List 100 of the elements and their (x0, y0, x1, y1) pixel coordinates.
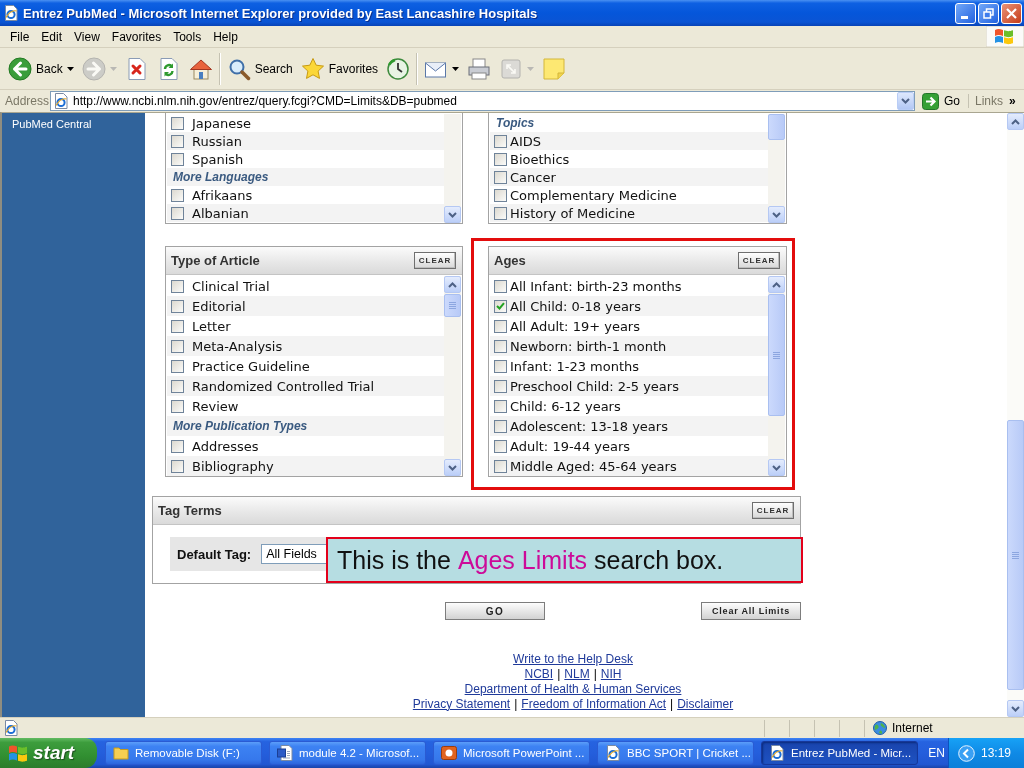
scroll-up-button[interactable] (1007, 113, 1024, 130)
checkbox[interactable] (494, 419, 507, 433)
dropdown-button[interactable] (897, 92, 914, 110)
footer-link[interactable]: Freedom of Information Act (521, 696, 667, 711)
footer-link[interactable]: NIH (600, 666, 622, 681)
scroll-down-button[interactable] (768, 459, 785, 476)
option-label: Spanish (192, 151, 244, 167)
go-button[interactable]: GO (445, 602, 545, 620)
scroll-up-button[interactable] (768, 276, 785, 293)
option-label: Addresses (192, 438, 259, 454)
checkbox[interactable] (171, 359, 184, 373)
option-label: Letter (192, 318, 231, 334)
chevron-up-icon (448, 281, 457, 288)
checkbox[interactable] (494, 188, 507, 202)
links-label[interactable]: Links (975, 94, 1004, 108)
option-label: Afrikaans (192, 187, 253, 203)
menu-item[interactable]: Favorites (105, 29, 168, 44)
back-button[interactable]: Back (5, 50, 77, 87)
restore-button[interactable] (978, 2, 999, 24)
checkbox[interactable] (494, 170, 507, 184)
checkbox[interactable] (171, 206, 184, 220)
more-button[interactable]: » (1009, 94, 1016, 108)
clear-button[interactable]: CLEAR (414, 252, 456, 269)
resize-arrows-icon (499, 56, 524, 81)
checkbox[interactable] (171, 459, 184, 473)
scrollbar-thumb[interactable] (1007, 420, 1024, 690)
checkbox[interactable] (494, 299, 507, 313)
taskbar-item[interactable]: BBC SPORT | Cricket ... (597, 741, 754, 765)
taskbar-item[interactable]: Microsoft PowerPoint ... (433, 741, 590, 765)
folder-icon (113, 745, 129, 761)
taskbar-item[interactable]: Entrez PubMed - Micr... (761, 741, 918, 765)
address-field[interactable]: http://www.ncbi.nlm.nih.gov/entrez/query.fcgi?CMD=Limits&DB=pubmed (50, 91, 915, 111)
scrollbar-thumb[interactable] (768, 114, 785, 140)
footer-link[interactable]: Department of Health & Human Services (464, 681, 682, 696)
option-label: Editorial (192, 298, 246, 314)
option-label: Japanese (192, 115, 252, 131)
clear-all-button[interactable]: Clear All Limits (701, 602, 801, 620)
search-button[interactable]: Search (223, 50, 296, 87)
checkbox[interactable] (171, 319, 184, 333)
checkbox[interactable] (494, 399, 507, 413)
page-icon (53, 93, 69, 109)
footer-link[interactable]: NCBI (524, 666, 554, 681)
scroll-down-button[interactable] (444, 206, 461, 223)
footer-link[interactable]: Write to the Help Desk (513, 651, 633, 666)
checkbox[interactable] (171, 379, 184, 393)
option-label: Cancer (510, 169, 556, 185)
menu-item[interactable]: Edit (35, 29, 69, 44)
checkbox[interactable] (494, 339, 507, 353)
option-label: Complementary Medicine (510, 187, 677, 203)
clock-icon (386, 56, 411, 81)
chevron-down-icon (901, 98, 910, 104)
checkbox[interactable] (494, 359, 507, 373)
checkbox[interactable] (494, 459, 507, 473)
checkbox[interactable] (171, 279, 184, 293)
start-button[interactable]: start (0, 738, 97, 768)
clear-button[interactable]: CLEAR (752, 502, 794, 519)
footer-link[interactable]: NLM (564, 666, 590, 681)
menu-item[interactable]: View (68, 29, 106, 44)
scroll-up-button[interactable] (444, 276, 461, 293)
minimize-button[interactable] (955, 2, 976, 24)
chevron-down-icon (772, 464, 781, 471)
option-label: Meta-Analysis (192, 338, 283, 354)
presentation-icon (441, 745, 457, 761)
checkbox[interactable] (494, 279, 507, 293)
footer-link[interactable]: Disclaimer (677, 696, 734, 711)
checkbox[interactable] (494, 439, 507, 453)
taskbar-item[interactable]: module 4.2 - Microsof... (269, 741, 426, 765)
scroll-down-button[interactable] (444, 459, 461, 476)
checkbox[interactable] (494, 134, 507, 148)
footer-link[interactable]: Privacy Statement (412, 696, 511, 711)
tag-select[interactable]: All Fields (261, 544, 328, 564)
checkbox[interactable] (171, 188, 184, 202)
checkbox[interactable] (171, 299, 184, 313)
checkbox[interactable] (494, 206, 507, 220)
scrollbar-thumb[interactable] (444, 294, 461, 317)
menu-item[interactable]: File (4, 29, 36, 44)
scrollbar-thumb[interactable] (768, 294, 785, 416)
checkbox[interactable] (171, 134, 184, 148)
close-button[interactable] (1001, 2, 1022, 24)
sidebar-link[interactable]: PubMed Central (12, 118, 92, 130)
checkbox[interactable] (171, 439, 184, 453)
option-label: Newborn: birth-1 month (510, 338, 667, 354)
scroll-down-button[interactable] (1007, 700, 1024, 717)
scroll-down-button[interactable] (768, 206, 785, 223)
language-indicator[interactable]: EN (928, 746, 945, 760)
checkbox[interactable] (494, 319, 507, 333)
checkbox[interactable] (171, 152, 184, 166)
checkbox[interactable] (171, 339, 184, 353)
checkbox[interactable] (171, 399, 184, 413)
checkbox[interactable] (494, 379, 507, 393)
menu-item[interactable]: Tools (167, 29, 208, 44)
go-button[interactable]: Go (920, 92, 962, 110)
checkbox[interactable] (494, 152, 507, 166)
taskbar-item[interactable]: Removable Disk (F:) (105, 741, 262, 765)
chevron-left-icon[interactable] (958, 744, 975, 762)
favorites-button[interactable]: Favorites (297, 50, 382, 87)
menu-item[interactable]: Help (207, 29, 244, 44)
checkbox[interactable] (171, 116, 184, 130)
clear-button[interactable]: CLEAR (738, 252, 780, 269)
printer-icon (467, 56, 492, 81)
